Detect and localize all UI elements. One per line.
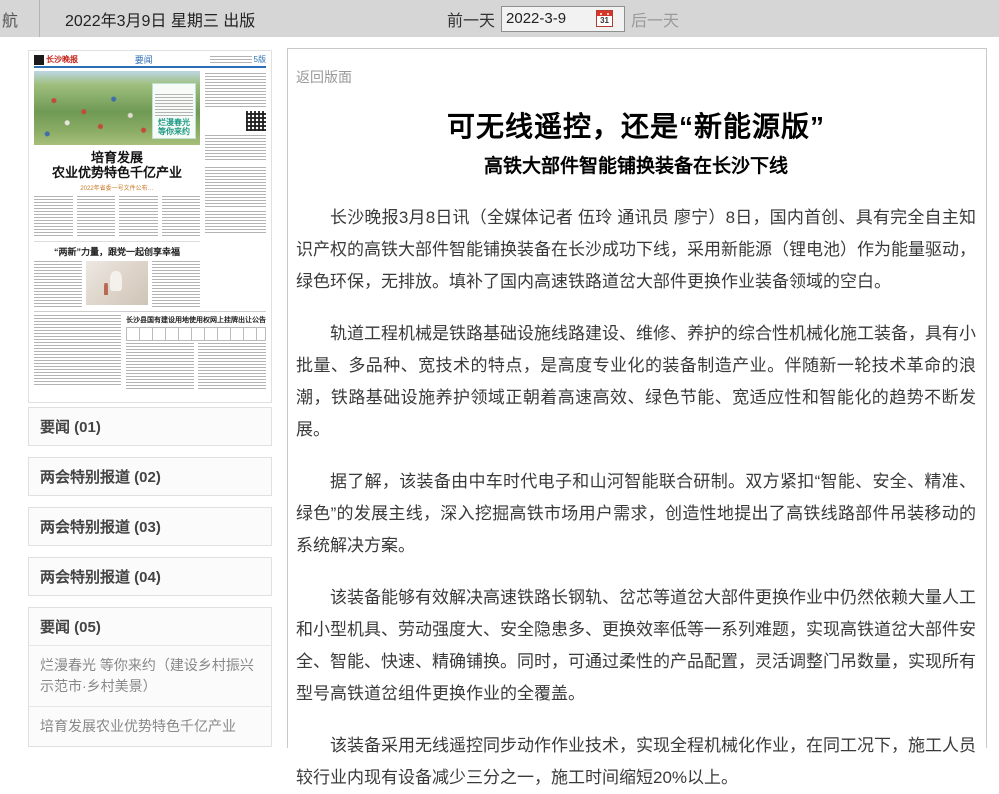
thumbnail-right-column	[205, 71, 266, 307]
thumbnail-text-columns	[34, 196, 200, 236]
article-paragraph: 长沙晚报3月8日讯（全媒体记者 伍玲 通讯员 廖宁）8日，国内首创、具有完全自主…	[296, 202, 976, 298]
thumbnail-page-number: 5版	[254, 54, 266, 65]
thumbnail-photo-caption: 烂漫春光 等你来约	[152, 83, 196, 139]
sidebar-section-04[interactable]: 两会特别报道 (04)	[28, 557, 272, 596]
publish-date-label: 2022年3月9日 星期三 出版	[65, 7, 255, 31]
article-body: 长沙晚报3月8日讯（全媒体记者 伍玲 通讯员 廖宁）8日，国内首创、具有完全自主…	[296, 202, 976, 794]
article-subtitle: 高铁大部件智能铺换装备在长沙下线	[296, 151, 976, 178]
next-day-button[interactable]: 后一天	[631, 7, 679, 31]
date-picker[interactable]: 31	[501, 6, 625, 32]
nav-toggle-label: 航	[2, 7, 18, 31]
date-input[interactable]	[506, 10, 594, 27]
qr-code-icon	[246, 111, 266, 131]
back-to-page-link[interactable]: 返回版面	[296, 67, 352, 87]
newspaper-logo-icon	[34, 55, 44, 65]
sidebar-article-link[interactable]: 培育发展农业优势特色千亿产业	[29, 707, 271, 746]
calendar-icon[interactable]: 31	[596, 10, 613, 27]
thumbnail-secondary-article: “两新”力量，跟党一起创享幸福	[34, 241, 200, 307]
article-title: 可无线遥控，还是“新能源版”	[296, 105, 976, 145]
article-paragraph: 该装备能够有效解决高速铁路长钢轨、岔芯等道岔大部件更换作业中仍然依赖大量人工和小…	[296, 582, 976, 710]
sidebar-article-link[interactable]: 烂漫春光 等你来约（建设乡村振兴示范市·乡村美景）	[29, 646, 271, 707]
article-panel: 返回版面 可无线遥控，还是“新能源版” 高铁大部件智能铺换装备在长沙下线 长沙晚…	[287, 48, 987, 748]
article-paragraph: 据了解，该装备由中车时代电子和山河智能联合研制。双方紧扣“智能、安全、精准、绿色…	[296, 466, 976, 562]
sidebar: 长沙晚报 要闻 5版 烂漫春光 等你来约 培育发展 农业优势特色千亿产业	[28, 50, 272, 747]
page-thumbnail[interactable]: 长沙晚报 要闻 5版 烂漫春光 等你来约 培育发展 农业优势特色千亿产业	[28, 50, 272, 403]
sidebar-section-03[interactable]: 两会特别报道 (03)	[28, 507, 272, 546]
newspaper-name: 长沙晚报	[46, 54, 78, 65]
article-paragraph: 轨道工程机械是铁路基础设施线路建设、维修、养护的综合性机械化施工装备，具有小批量…	[296, 318, 976, 446]
thumbnail-main-headline: 培育发展 农业优势特色千亿产业	[34, 150, 200, 180]
thumbnail-masthead: 长沙晚报 要闻 5版	[34, 55, 266, 68]
sidebar-section-02[interactable]: 两会特别报道 (02)	[28, 457, 272, 496]
thumbnail-aerial-photo: 烂漫春光 等你来约	[34, 71, 200, 145]
sidebar-section-05[interactable]: 要闻 (05)	[29, 608, 271, 646]
top-bar: 航 2022年3月9日 星期三 出版 前一天 31 后一天	[0, 0, 999, 37]
sidebar-section-05-group: 要闻 (05) 烂漫春光 等你来约（建设乡村振兴示范市·乡村美景） 培育发展农业…	[28, 607, 272, 747]
thumbnail-notice-table	[126, 327, 266, 341]
nav-toggle[interactable]: 航	[0, 0, 40, 37]
thumbnail-worker-photo	[86, 261, 148, 305]
sidebar-section-01[interactable]: 要闻 (01)	[28, 407, 272, 446]
thumbnail-section-label: 要闻	[78, 53, 210, 66]
article-paragraph: 该装备采用无线遥控同步动作作业技术，实现全程机械化作业，在同工况下，施工人员较行…	[296, 730, 976, 794]
thumbnail-notice-headline: 长沙县国有建设用地使用权网上挂牌出让公告	[126, 315, 266, 325]
thumbnail-secondary-headline: “两新”力量，跟党一起创享幸福	[34, 245, 200, 258]
prev-day-button[interactable]: 前一天	[447, 7, 495, 31]
date-navigation: 前一天 31 后一天	[447, 6, 679, 32]
thumbnail-notice-section: 长沙县国有建设用地使用权网上挂牌出让公告	[34, 311, 266, 391]
thumbnail-subheadline: 2022年省委一号文件公布…	[34, 183, 200, 192]
thumbnail-masthead-meta: 5版	[210, 54, 266, 65]
